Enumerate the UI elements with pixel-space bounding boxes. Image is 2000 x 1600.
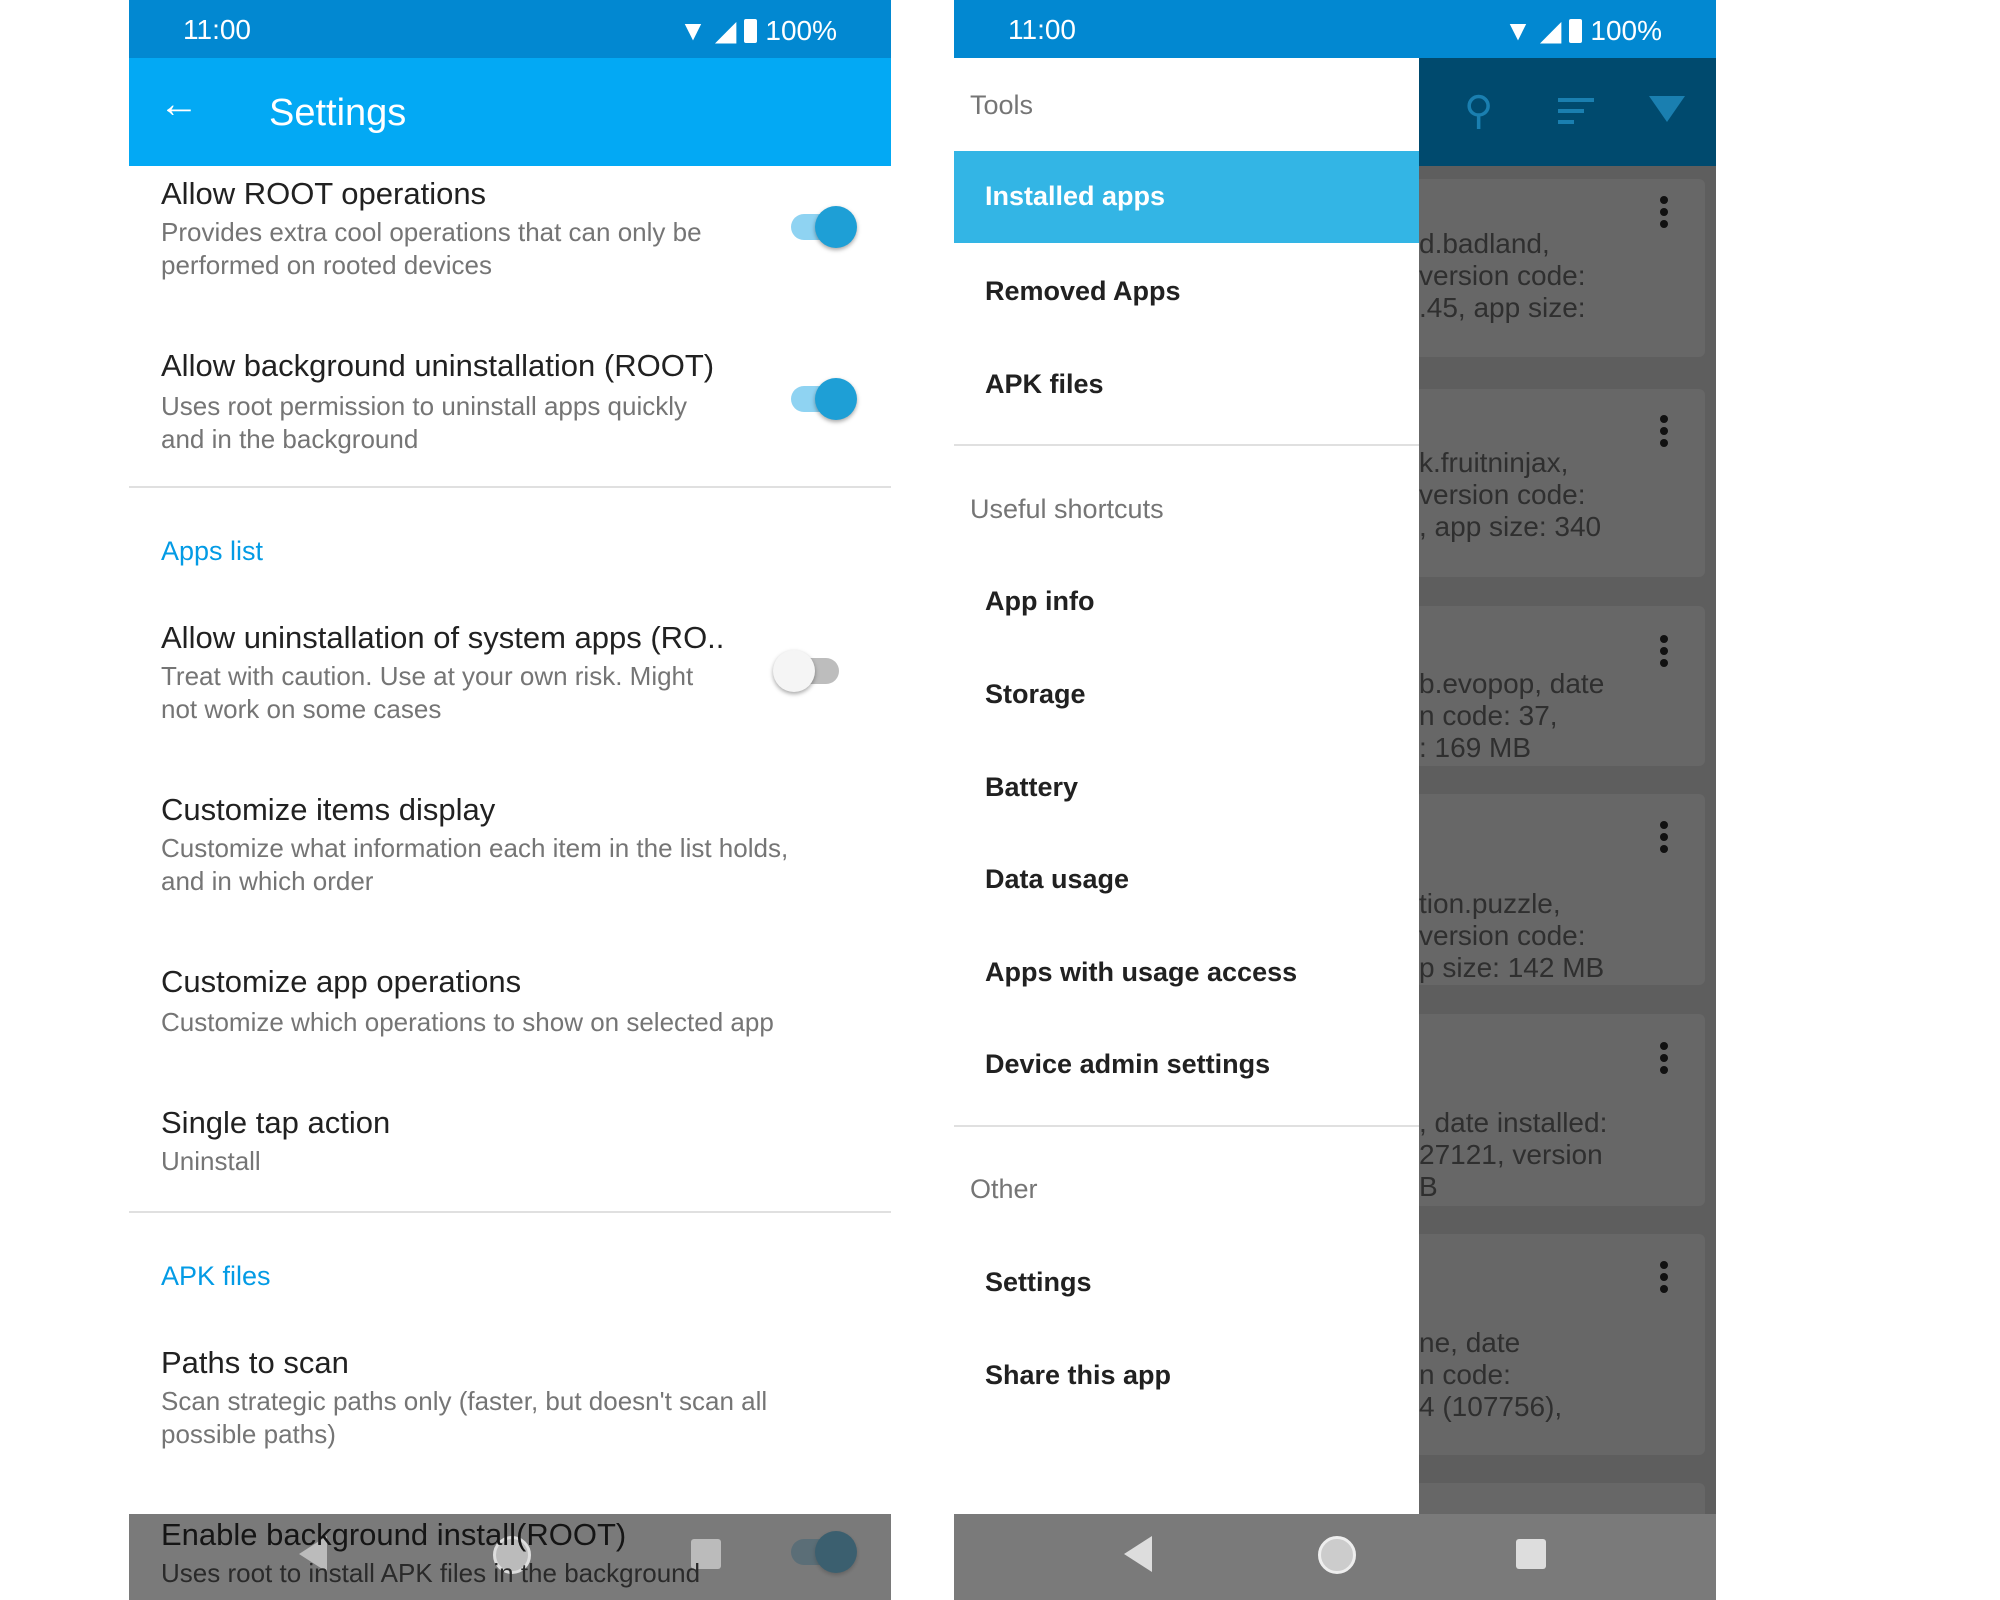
status-bar: 11:00 ▼ ◢ 100% <box>954 0 1716 58</box>
app-card-text: , app size: 340 <box>1419 511 1602 542</box>
category-apk-files: APK files <box>161 1261 271 1291</box>
app-card-text: 4 (107756), <box>1419 1391 1563 1422</box>
home-nav-icon[interactable] <box>493 1536 531 1574</box>
app-card-text: B <box>1419 1171 1438 1202</box>
divider <box>129 486 891 488</box>
setting-summary: Uninstall <box>161 1146 261 1176</box>
page-title: Settings <box>269 92 407 134</box>
setting-title: Paths to scan <box>161 1345 349 1380</box>
category-apps-list: Apps list <box>161 536 264 566</box>
setting-summary: Customize what information each item in … <box>161 833 789 896</box>
setting-summary: Scan strategic paths only (faster, but d… <box>161 1386 768 1449</box>
wifi-icon: ▼ <box>1504 14 1532 46</box>
battery-level: 100% <box>765 14 837 46</box>
setting-summary: Customize which operations to show on se… <box>161 1007 774 1037</box>
more-options-icon[interactable] <box>1660 196 1668 232</box>
app-card-text: version code: <box>1419 920 1586 951</box>
divider <box>954 444 1419 446</box>
drawer-item-settings[interactable]: Settings <box>985 1267 1092 1298</box>
setting-title: Customize app operations <box>161 964 522 999</box>
search-icon[interactable]: ⚲ <box>1464 88 1493 134</box>
back-arrow-icon[interactable]: ← <box>159 82 199 127</box>
drawer-item-usage-access[interactable]: Apps with usage access <box>985 957 1297 988</box>
setting-title: Customize items display <box>161 792 496 827</box>
app-card-text: p size: 142 MB <box>1419 952 1605 983</box>
drawer-item-data-usage[interactable]: Data usage <box>985 864 1129 895</box>
more-options-icon[interactable] <box>1660 1042 1668 1078</box>
drawer-item-apk-files[interactable]: APK files <box>985 369 1104 400</box>
drawer-item-battery[interactable]: Battery <box>985 772 1078 803</box>
more-options-icon[interactable] <box>1660 1261 1668 1297</box>
app-card-text: k.fruitninjax, <box>1419 447 1569 478</box>
navigation-bar <box>954 1514 1716 1600</box>
battery-icon <box>1569 18 1583 43</box>
more-options-icon[interactable] <box>1660 415 1668 451</box>
toggle-switch-off[interactable] <box>773 650 839 692</box>
setting-title: Single tap action <box>161 1105 391 1140</box>
drawer-header-tools: Tools <box>970 90 1034 120</box>
toggle-switch-on[interactable] <box>791 378 857 420</box>
battery-level: 100% <box>1590 14 1662 46</box>
wifi-icon: ▼ <box>679 14 707 46</box>
filter-icon[interactable] <box>1649 96 1685 122</box>
toolbar: ← Settings <box>129 58 891 166</box>
app-card-text: .45, app size: <box>1419 292 1586 323</box>
back-nav-icon[interactable] <box>1124 1536 1152 1572</box>
drawer-item-removed-apps[interactable]: Removed Apps <box>985 276 1181 307</box>
app-card-text: , date installed: <box>1419 1107 1608 1138</box>
more-options-icon[interactable] <box>1660 635 1668 671</box>
setting-title: Allow uninstallation of system apps (RO.… <box>161 620 725 655</box>
app-card-text: n code: <box>1419 1359 1511 1390</box>
toggle-switch-on[interactable] <box>791 206 857 248</box>
divider <box>129 1211 891 1213</box>
recents-nav-icon[interactable] <box>1516 1539 1546 1569</box>
home-nav-icon[interactable] <box>1318 1536 1356 1574</box>
navigation-bar <box>129 1514 891 1600</box>
app-card-text: : 169 MB <box>1419 732 1532 763</box>
apps-screen-with-drawer: ⚲ d.badland, version code: .45, app size: k… <box>954 0 1716 1600</box>
navigation-drawer: Tools Installed apps Removed Apps APK fi… <box>954 58 1419 1514</box>
drawer-item-installed-apps[interactable]: Installed apps <box>954 151 1419 243</box>
recents-nav-icon[interactable] <box>691 1539 721 1569</box>
settings-screen: 11:00 ▼ ◢ 100% ← Settings Allow ROOT opera… <box>129 0 891 1600</box>
app-card-text: version code: <box>1419 479 1586 510</box>
signal-icon: ◢ <box>1539 15 1562 46</box>
setting-summary: Treat with caution. Use at your own risk… <box>161 661 694 724</box>
drawer-item-app-info[interactable]: App info <box>985 586 1094 617</box>
app-card-text: b.evopop, date <box>1419 668 1605 699</box>
status-bar: 11:00 ▼ ◢ 100% <box>129 0 891 58</box>
setting-summary: Provides extra cool operations that can … <box>161 217 702 280</box>
setting-summary: Uses root permission to uninstall apps q… <box>161 391 688 454</box>
sort-icon[interactable] <box>1558 98 1594 124</box>
drawer-item-storage[interactable]: Storage <box>985 679 1086 710</box>
app-card-text: tion.puzzle, <box>1419 888 1561 919</box>
app-card-text: n code: 37, <box>1419 700 1558 731</box>
drawer-item-device-admin[interactable]: Device admin settings <box>985 1049 1270 1080</box>
battery-icon <box>744 18 758 43</box>
setting-title: Allow ROOT operations <box>161 176 487 211</box>
app-card-text: ne, date <box>1419 1327 1521 1358</box>
signal-icon: ◢ <box>714 15 737 46</box>
drawer-item-share[interactable]: Share this app <box>985 1360 1171 1391</box>
status-time: 11:00 <box>1008 14 1076 45</box>
drawer-header-other: Other <box>970 1174 1038 1204</box>
app-card-text: 27121, version <box>1419 1139 1603 1170</box>
app-card-text: d.badland, <box>1419 228 1550 259</box>
divider <box>954 1125 1419 1127</box>
drawer-header-shortcuts: Useful shortcuts <box>970 494 1164 524</box>
app-card-text: version code: <box>1419 260 1586 291</box>
back-nav-icon[interactable] <box>299 1536 327 1572</box>
more-options-icon[interactable] <box>1660 821 1668 857</box>
setting-title: Allow background uninstallation (ROOT) <box>161 348 715 383</box>
status-time: 11:00 <box>183 14 251 45</box>
